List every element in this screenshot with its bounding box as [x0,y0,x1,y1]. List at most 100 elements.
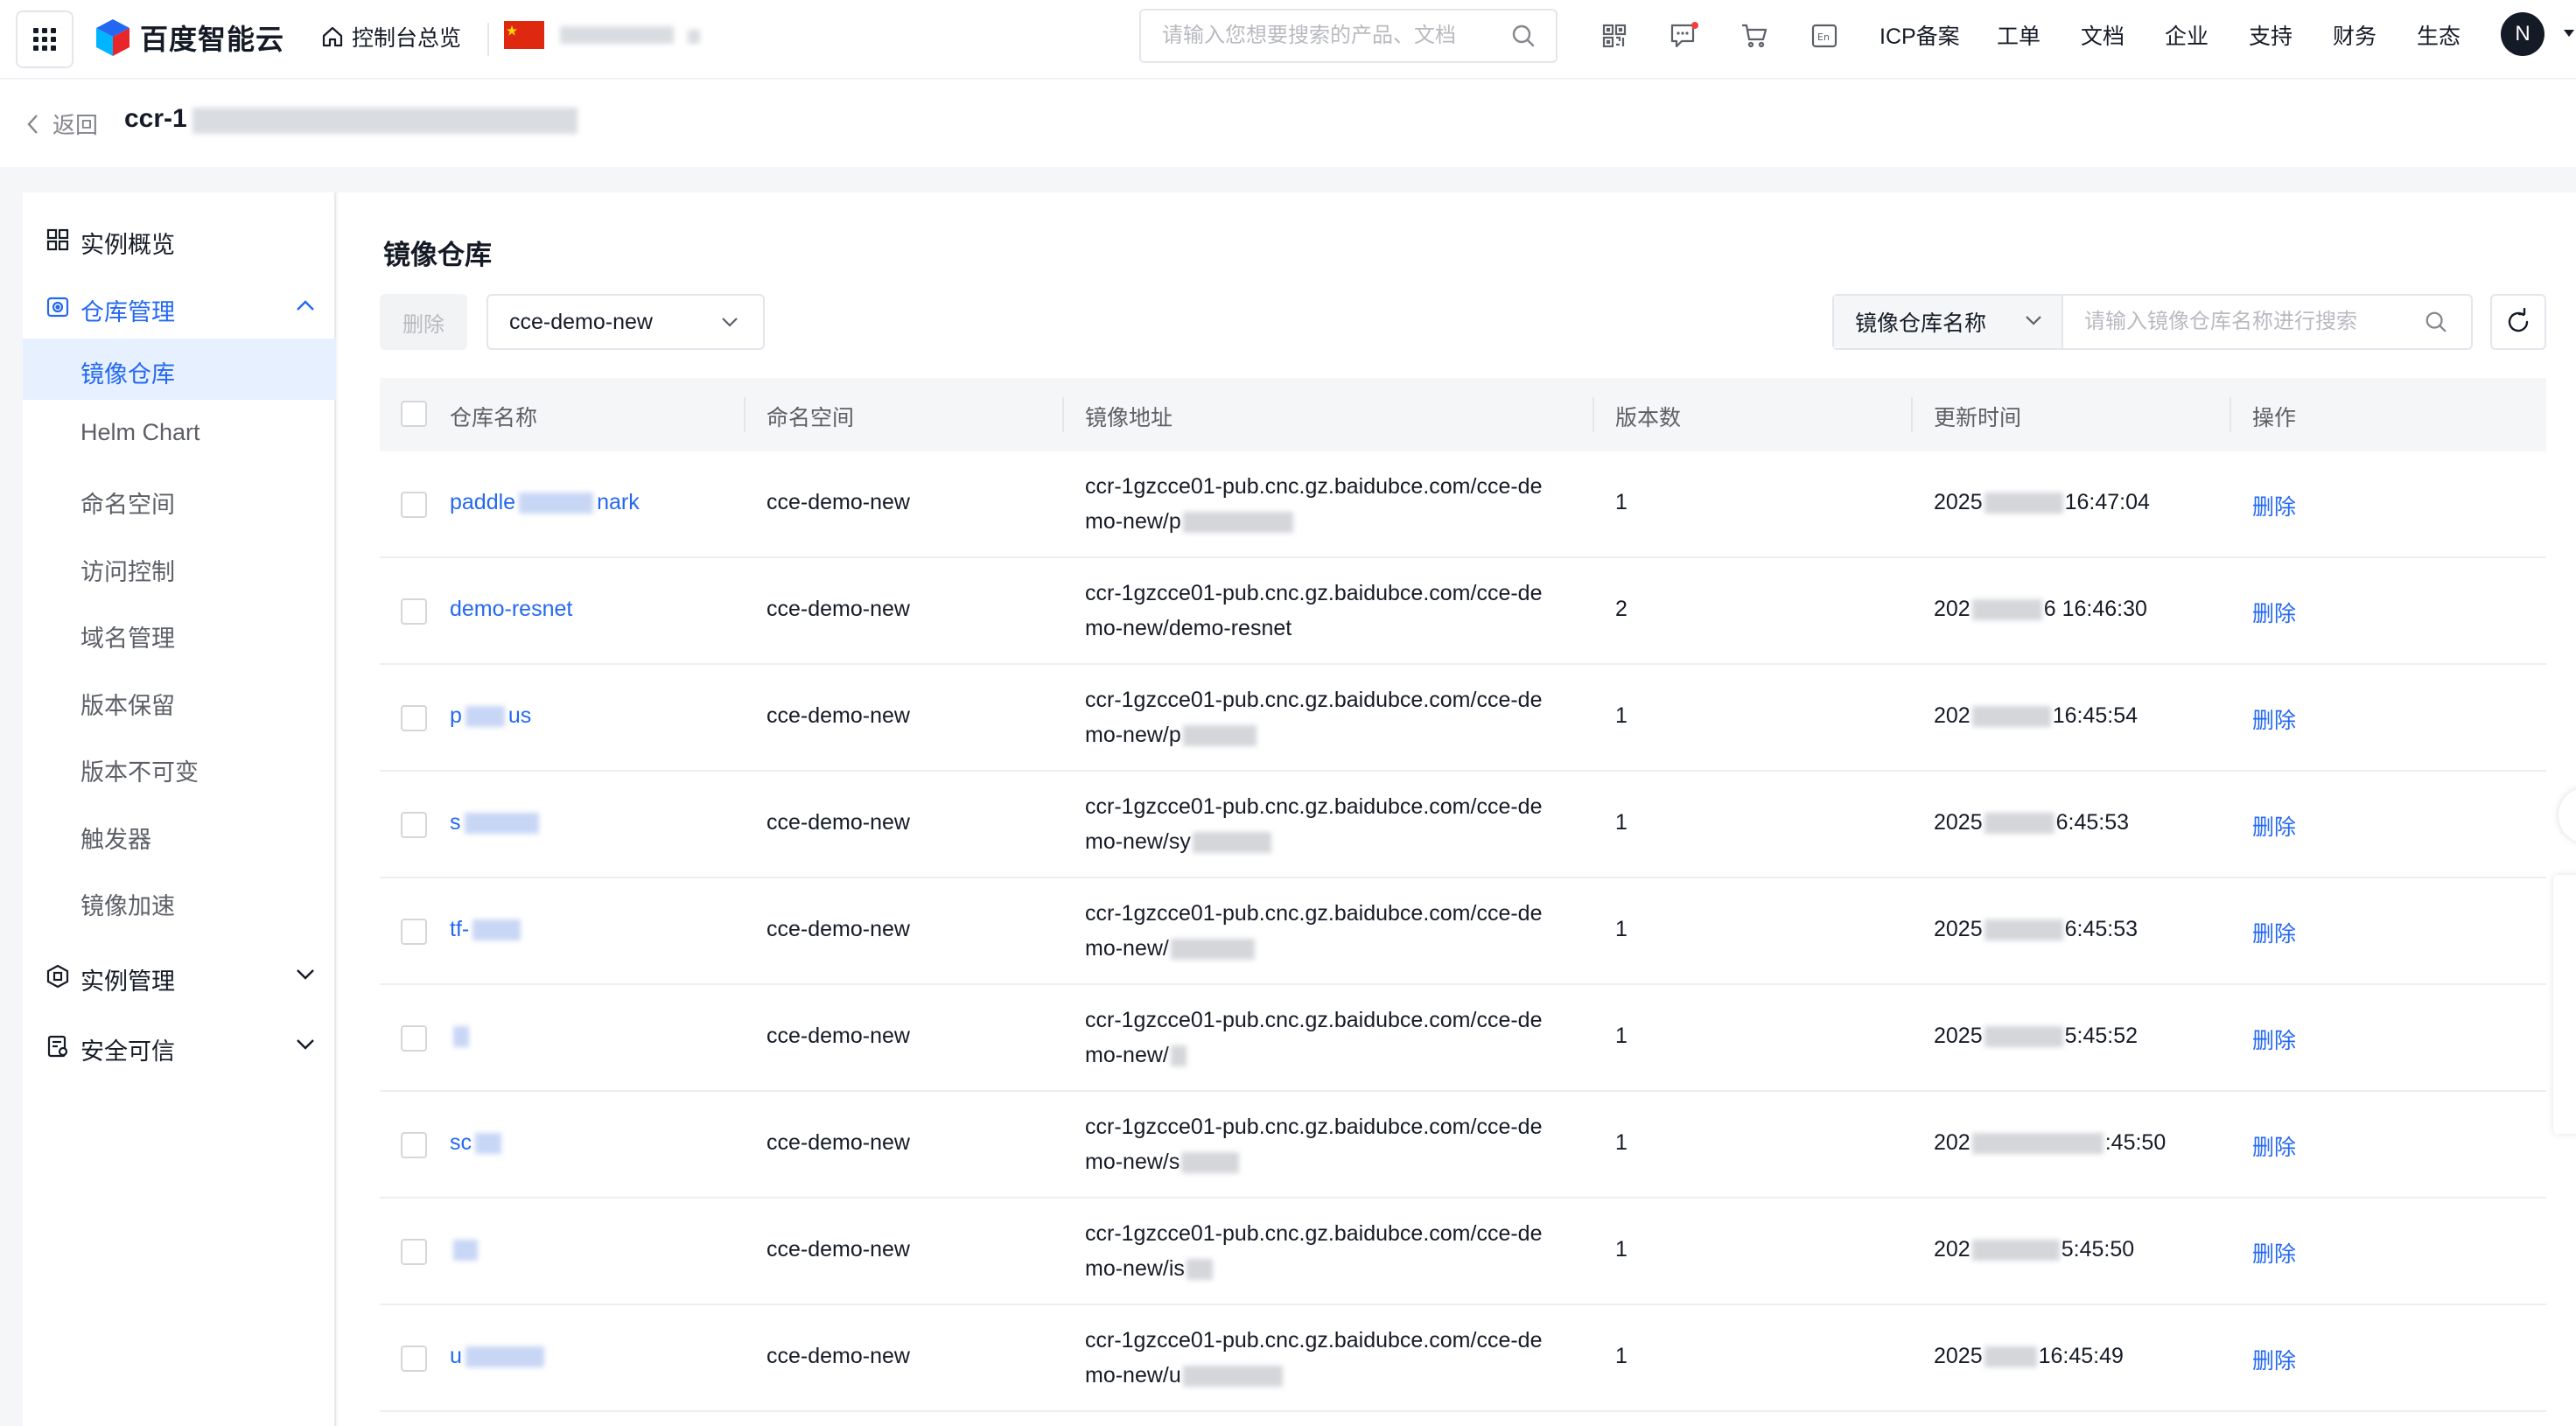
cart-icon[interactable] [1740,21,1769,51]
qrcode-icon[interactable] [1600,21,1629,51]
row-delete-link[interactable]: 删除 [2252,917,2296,948]
repo-name-link[interactable]: tf- [450,917,524,942]
repo-name-link[interactable]: demo-resnet [450,597,572,622]
global-search-input[interactable] [1162,24,1494,48]
version-count-cell: 1 [1615,490,1628,514]
page-title: 镜像仓库 [383,240,492,270]
select-all-checkbox[interactable] [401,401,427,427]
updated-time-start: 2025 [1934,1344,1983,1368]
main-content: 镜像仓库 删除 cce-demo-new 镜像仓库名称 仓库名称 命名空间 镜像… [338,192,2576,1426]
image-address-line-2-text: mo-new/s [1085,1150,1180,1174]
row-checkbox[interactable] [401,919,427,945]
row-delete-link[interactable]: 删除 [2252,490,2296,521]
back-link[interactable]: 返回 [26,108,98,140]
repo-name-start: u [450,1344,462,1368]
image-address-line-1: ccr-1gzcce01-pub.cnc.gz.baidubce.com/cce… [1085,1115,1543,1139]
brand-logo[interactable]: 百度智能云 [94,17,284,58]
global-search-box[interactable] [1139,9,1558,63]
sidebar-item-label: 触发器 [80,827,151,853]
nav-enterprise[interactable]: 企业 [2165,19,2208,51]
nav-support[interactable]: 支持 [2249,19,2292,51]
floating-toolbar[interactable] [2553,875,2576,1134]
chevron-down-icon [2026,316,2041,325]
sidebar-item-domain[interactable]: 域名管理 [23,603,336,664]
repo-name-link[interactable]: paddle nark [450,490,640,515]
updated-time-start: 202 [1934,1130,1970,1155]
repo-name-start: sc [450,1130,472,1155]
sidebar-item-access-control[interactable]: 访问控制 [23,536,336,598]
version-count-cell: 1 [1615,810,1628,835]
row-delete-link[interactable]: 删除 [2252,810,2296,842]
sidebar-group-repo[interactable]: 仓库管理 [23,276,336,338]
search-icon[interactable] [1510,23,1536,55]
row-delete-link[interactable]: 删除 [2252,1024,2296,1055]
sidebar-item-overview[interactable]: 实例概览 [23,209,336,270]
sidebar-item-image-repo[interactable]: 镜像仓库 [23,339,336,400]
image-address-line-1: ccr-1gzcce01-pub.cnc.gz.baidubce.com/cce… [1085,474,1543,499]
row-checkbox[interactable] [401,705,427,731]
sidebar-item-retention[interactable]: 版本保留 [23,670,336,731]
user-avatar[interactable]: N [2501,12,2544,56]
apps-grid-icon[interactable] [16,10,74,68]
repo-name-link[interactable] [450,1024,472,1049]
nav-ticket[interactable]: 工单 [1997,19,2040,51]
repo-name-link[interactable]: sc [450,1130,505,1156]
repository-table: 仓库名称 命名空间 镜像地址 版本数 更新时间 操作 paddle nark cce… [380,378,2546,1412]
sidebar-item-namespace[interactable]: 命名空间 [23,469,336,530]
sidebar-item-trigger[interactable]: 触发器 [23,804,336,865]
language-en-icon[interactable]: En [1810,21,1839,51]
repo-name-link[interactable]: p us [450,703,531,729]
image-address-line-2-text: mo-new/ [1085,1043,1169,1067]
updated-time-end: 6 16:46:30 [2043,597,2147,621]
batch-delete-button[interactable]: 删除 [380,294,467,350]
message-icon[interactable] [1670,21,1699,51]
row-delete-link[interactable]: 删除 [2252,1237,2296,1269]
repo-search-input[interactable] [2063,296,2471,348]
row-checkbox[interactable] [401,492,427,518]
chevron-down-icon [297,969,314,980]
console-home-link[interactable]: 控制台总览 [320,21,461,52]
row-delete-link[interactable]: 删除 [2252,1130,2296,1162]
repo-name-link[interactable]: s [450,810,542,835]
row-delete-link[interactable]: 删除 [2252,1344,2296,1375]
repo-name-link[interactable]: u [450,1344,548,1369]
sidebar-item-helm-chart[interactable]: Helm Chart [23,402,336,464]
row-checkbox[interactable] [401,1346,427,1372]
row-checkbox[interactable] [401,812,427,838]
redacted [1192,832,1271,854]
sidebar-group-label: 实例管理 [80,968,175,995]
row-delete-link[interactable]: 删除 [2252,703,2296,735]
namespace-cell: cce-demo-new [766,810,910,835]
row-delete-link[interactable]: 删除 [2252,597,2296,628]
region-flag-icon[interactable] [504,21,544,49]
sidebar-group-instance[interactable]: 实例管理 [23,946,336,1007]
row-checkbox[interactable] [401,598,427,625]
namespace-select[interactable]: cce-demo-new [486,294,765,350]
namespace-cell: cce-demo-new [766,597,910,621]
nav-icp[interactable]: ICP备案 [1880,19,1960,51]
image-address-line-2-text: mo-new/p [1085,509,1181,534]
caret-down-icon[interactable] [2564,30,2574,37]
updated-time-end: 16:45:54 [2052,703,2138,728]
row-checkbox[interactable] [401,1025,427,1052]
updated-time-end: 16:47:04 [2064,490,2150,514]
refresh-button[interactable] [2490,294,2546,350]
search-icon[interactable] [2424,310,2448,340]
namespace-cell: cce-demo-new [766,1130,910,1155]
row-checkbox[interactable] [401,1132,427,1158]
sidebar-item-acceleration[interactable]: 镜像加速 [23,870,336,932]
image-address-cell: ccr-1gzcce01-pub.cnc.gz.baidubce.com/cce… [1085,682,1543,752]
repo-name-link[interactable] [450,1237,481,1262]
row-checkbox[interactable] [401,1239,427,1265]
column-header-actions: 操作 [2252,406,2297,430]
namespace-select-value: cce-demo-new [509,309,653,334]
nav-docs[interactable]: 文档 [2081,19,2124,51]
nav-ecosystem[interactable]: 生态 [2417,19,2460,51]
image-address-cell: ccr-1gzcce01-pub.cnc.gz.baidubce.com/cce… [1085,469,1543,539]
nav-finance[interactable]: 财务 [2333,19,2376,51]
search-field-select[interactable]: 镜像仓库名称 [1834,296,2063,348]
sidebar-group-security[interactable]: 安全可信 [23,1016,336,1077]
sidebar-item-immutable[interactable]: 版本不可变 [23,737,336,798]
image-address-line-2-text: mo-new/p [1085,723,1181,747]
search-field-value: 镜像仓库名称 [1855,311,1987,336]
